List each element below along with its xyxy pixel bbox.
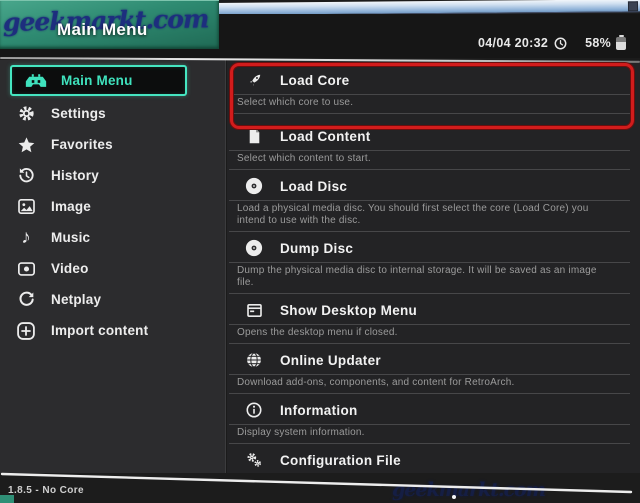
sidebar: Main Menu Settings Favorites History Ima… (0, 60, 226, 473)
sidebar-item-label: Netplay (51, 292, 102, 307)
watermark-text-bottom: geekmarkt.com (392, 479, 546, 501)
clock-icon (554, 37, 567, 50)
sidebar-item-image[interactable]: Image (0, 191, 225, 222)
page-title: Main Menu (57, 20, 148, 39)
menu-entry: Load Disc Load a physical media disc. Yo… (229, 172, 636, 232)
menu-entry: Load Content Select which content to sta… (229, 122, 636, 170)
star-icon (14, 136, 38, 153)
entry-load-content[interactable]: Load Content (229, 122, 636, 150)
sidebar-item-label: Settings (51, 106, 106, 121)
sidebar-item-main-menu[interactable]: Main Menu (10, 65, 187, 96)
battery-percent-label: 58% (585, 36, 611, 50)
entry-label: Load Core (280, 72, 350, 88)
entry-label: Configuration File (280, 452, 401, 468)
entry-load-disc[interactable]: Load Disc (229, 172, 636, 200)
sidebar-item-video[interactable]: Video (0, 253, 225, 284)
sidebar-item-history[interactable]: History (0, 160, 225, 191)
sidebar-item-favorites[interactable]: Favorites (0, 129, 225, 160)
entry-sublabel: Download add-ons, components, and conten… (229, 374, 630, 394)
entry-information[interactable]: Information (229, 396, 636, 424)
window-icon (243, 303, 265, 317)
sidebar-item-netplay[interactable]: Netplay (0, 284, 225, 315)
sidebar-item-settings[interactable]: Settings (0, 98, 225, 129)
rocket-icon (243, 73, 265, 88)
info-icon (243, 402, 265, 418)
retroarch-icon (24, 73, 48, 88)
entry-sublabel: Select which core to use. (229, 94, 630, 114)
gear-icon (14, 105, 38, 122)
image-icon (14, 199, 38, 214)
entry-sublabel: Opens the desktop menu if closed. (229, 324, 630, 344)
menu-entry: Configuration File (229, 446, 636, 474)
entry-online-updater[interactable]: Online Updater (229, 346, 636, 374)
corner-watermark-chip (0, 495, 14, 503)
menu-entry-list: Load Core Select which core to use. Load… (227, 60, 640, 473)
menu-entry: Online Updater Download add-ons, compone… (229, 346, 636, 394)
entry-label: Load Disc (280, 178, 348, 194)
music-icon: ♪ (21, 227, 31, 248)
sidebar-item-label: Favorites (51, 137, 113, 152)
sidebar-item-import-content[interactable]: Import content (0, 315, 225, 346)
history-icon (14, 167, 38, 184)
globe-icon (243, 352, 265, 368)
watermark-dot (452, 495, 456, 499)
entry-sublabel: Select which content to start. (229, 150, 630, 170)
menu-entry: Dump Disc Dump the physical media disc t… (229, 234, 636, 294)
menu-entry: Information Display system information. (229, 396, 636, 444)
sidebar-item-label: Import content (51, 323, 149, 338)
retroarch-window: 04/04 20:32 58% geekmarkt.com Main Menu … (0, 0, 640, 503)
disc-icon (243, 177, 265, 195)
entry-sublabel: Load a physical media disc. You should f… (229, 200, 630, 232)
file-icon (243, 128, 265, 144)
sidebar-item-label: Main Menu (61, 73, 133, 88)
footer-bar: 1.8.5 - No Core geekmarkt.com (0, 473, 640, 503)
battery-group: 58% (585, 34, 626, 50)
battery-icon (616, 34, 626, 50)
entry-label: Show Desktop Menu (280, 302, 418, 318)
import-icon (14, 321, 38, 340)
entry-label: Dump Disc (280, 240, 354, 256)
entry-label: Load Content (280, 128, 371, 144)
sidebar-item-label: Video (51, 261, 89, 276)
entry-dump-disc[interactable]: Dump Disc (229, 234, 636, 262)
entry-load-core[interactable]: Load Core (229, 66, 636, 94)
sidebar-item-label: Music (51, 230, 91, 245)
entry-sublabel: Display system information. (229, 424, 630, 444)
entry-show-desktop-menu[interactable]: Show Desktop Menu (229, 296, 636, 324)
entry-configuration-file[interactable]: Configuration File (229, 446, 636, 474)
menu-entry: Load Core Select which core to use. (229, 66, 636, 122)
entry-sublabel: Dump the physical media disc to internal… (229, 262, 630, 294)
datetime-label: 04/04 20:32 (478, 36, 549, 50)
sidebar-item-label: History (51, 168, 99, 183)
entry-label: Information (280, 402, 358, 418)
menu-entry: Show Desktop Menu Opens the desktop menu… (229, 296, 636, 344)
disc-icon (243, 239, 265, 257)
sidebar-item-label: Image (51, 199, 92, 214)
video-icon (14, 261, 38, 276)
status-cluster: 04/04 20:32 58% (478, 34, 626, 50)
window-control-button[interactable] (627, 1, 639, 12)
version-status-label: 1.8.5 - No Core (8, 485, 85, 496)
netplay-icon (14, 291, 38, 308)
gears-icon (243, 452, 265, 468)
entry-label: Online Updater (280, 352, 381, 368)
sidebar-item-music[interactable]: ♪ Music (0, 222, 225, 253)
